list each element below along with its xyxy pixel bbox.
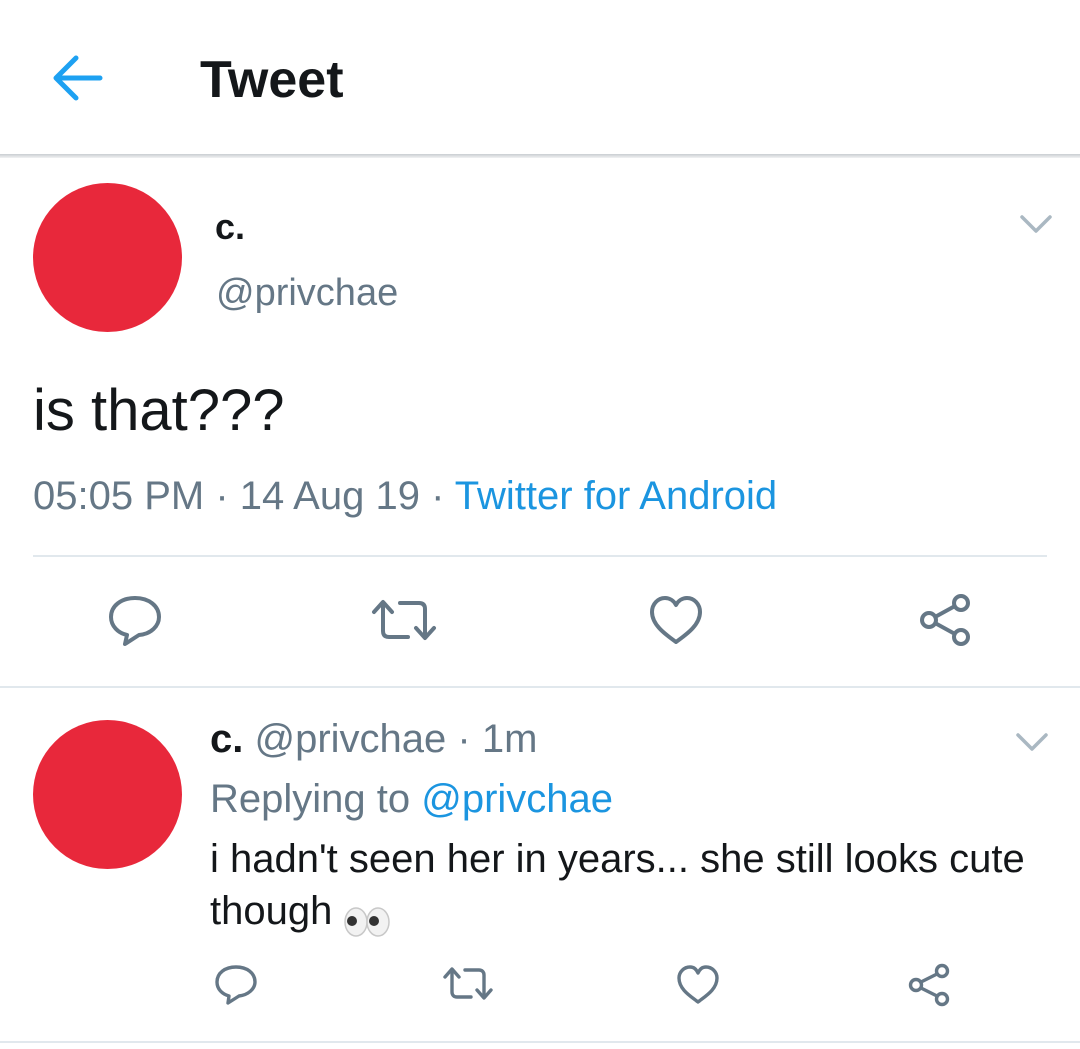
like-button[interactable] [676, 964, 720, 1006]
author-name[interactable]: c. [215, 205, 245, 249]
reply-button[interactable] [106, 594, 164, 648]
reply-icon [109, 596, 161, 646]
top-app-bar [0, 0, 1080, 154]
reply-button[interactable] [214, 964, 258, 1006]
tweet-time: 05:05 PM [33, 474, 205, 518]
author-handle[interactable]: @privchae [216, 270, 398, 316]
divider [33, 555, 1047, 557]
reply-avatar[interactable] [33, 720, 182, 869]
reply-header: c. @privchae · 1m [210, 714, 537, 764]
back-arrow-icon [53, 55, 103, 101]
replying-to-handle[interactable]: @privchae [421, 777, 613, 821]
back-button[interactable] [48, 52, 108, 104]
tweet-meta: 05:05 PM · 14 Aug 19 · Twitter for Andro… [33, 472, 777, 520]
like-icon [650, 596, 702, 644]
replying-to-label: Replying to [210, 777, 422, 821]
share-button[interactable] [906, 962, 952, 1008]
divider [0, 1041, 1080, 1043]
chevron-down-icon [1016, 733, 1048, 751]
tweet-date: 14 Aug 19 [239, 474, 420, 518]
reply-options-button[interactable] [1014, 730, 1050, 754]
reply-author-handle[interactable]: @privchae [254, 717, 446, 761]
reply-timestamp: 1m [481, 717, 538, 761]
retweet-icon [443, 967, 493, 1000]
header-divider [0, 154, 1080, 158]
retweet-button[interactable] [442, 966, 494, 1002]
chevron-down-icon [1020, 215, 1052, 233]
retweet-button[interactable] [370, 598, 438, 642]
reply-text-body: i hadn't seen her in years... she still … [210, 837, 1025, 933]
avatar[interactable] [33, 183, 182, 332]
share-icon [908, 963, 950, 1007]
share-button[interactable] [916, 592, 974, 648]
retweet-icon [372, 600, 436, 640]
reply-author-name[interactable]: c. [210, 717, 243, 761]
tweet-source-link[interactable]: Twitter for Android [455, 474, 777, 518]
divider [0, 686, 1080, 688]
like-icon [677, 965, 719, 1004]
share-icon [920, 594, 970, 646]
eyes-emoji-icon [343, 898, 391, 938]
tweet-options-button[interactable] [1018, 212, 1054, 236]
like-button[interactable] [648, 594, 704, 646]
replying-to-line: Replying to @privchae [210, 774, 613, 824]
meta-separator: · [204, 474, 240, 518]
reply-text: i hadn't seen her in years... she still … [210, 833, 1060, 938]
meta-separator: · [419, 474, 455, 518]
reply-icon [215, 965, 257, 1005]
page-title: Tweet [200, 51, 344, 109]
tweet-text: is that??? [33, 378, 285, 443]
meta-separator: · [446, 717, 482, 761]
